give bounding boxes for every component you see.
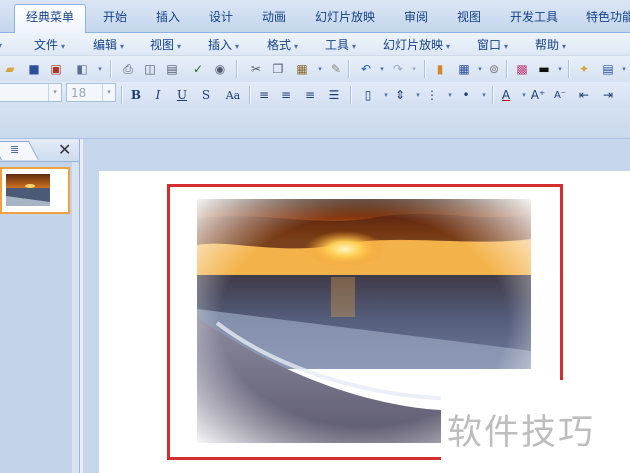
change-case-button[interactable]: Aa (220, 85, 246, 105)
line-spacing-icon[interactable]: ⇕ (390, 85, 410, 105)
menu-overflow-arrow-icon[interactable]: ▾ (0, 41, 2, 50)
menu-view[interactable]: 视图 ▾ (150, 36, 181, 53)
decrease-indent-icon[interactable]: ⇤ (574, 85, 594, 105)
align-center-icon[interactable]: ≡ (276, 85, 296, 105)
justify-icon[interactable]: ☰ (324, 85, 344, 105)
format-painter-icon[interactable]: ✎ (326, 59, 346, 79)
color-dropdown-icon[interactable]: ▾ (550, 59, 570, 79)
redo-dropdown-icon[interactable]: ▾ (404, 59, 424, 79)
increase-indent-icon[interactable]: ⇥ (598, 85, 618, 105)
tab-review[interactable]: 审阅 (392, 5, 440, 30)
tab-home[interactable]: 开始 (92, 5, 138, 30)
tab-design[interactable]: 设计 (198, 5, 244, 30)
standard-toolbar: ▰ ■ ▣ ◧ ▾ ⎙ ◫ ▤ ✓ ◉ ✂ ❐ ▦ ▾ ✎ ↶ ▾ ↷ ▾ ▮ … (0, 56, 630, 82)
slide-thumbnail-image (6, 174, 50, 206)
spelling-icon[interactable]: ✓ (188, 59, 208, 79)
color-scheme-icon[interactable]: ▩ (512, 59, 532, 79)
tab-developer[interactable]: 开发工具 (498, 5, 570, 30)
bold-button[interactable]: B (126, 85, 146, 105)
slides-pane-header: ≣ ✕ (0, 139, 79, 162)
slides-pane: ≣ ✕ (0, 139, 80, 473)
menu-insert[interactable]: 插入 ▾ (208, 36, 239, 53)
italic-button[interactable]: I (148, 85, 168, 105)
align-right-icon[interactable]: ≡ (300, 85, 320, 105)
tab-features[interactable]: 特色功能 (580, 5, 630, 30)
tab-insert[interactable]: 插入 (144, 5, 192, 30)
formatting-toolbar: ▾ 18 ▾ B I U S Aa ≡ ≡ ≡ ☰ ▯ ▾ ⇕ ▾ ⋮ ▾ • ▾… (0, 82, 630, 108)
layout-dropdown-icon[interactable]: ▾ (614, 59, 630, 79)
outline-tab[interactable] (0, 141, 39, 160)
font-name-select[interactable]: ▾ (0, 83, 62, 102)
align-left-icon[interactable]: ≡ (254, 85, 274, 105)
print-preview-icon[interactable]: ◫ (140, 59, 160, 79)
pdf-icon[interactable]: ▣ (46, 59, 66, 79)
numbering-icon[interactable]: ⋮ (422, 85, 442, 105)
tab-classic-menu[interactable]: 经典菜单 (14, 4, 86, 33)
permission-icon[interactable]: ◧ (72, 59, 92, 79)
menu-slideshow[interactable]: 幻灯片放映 ▾ (383, 36, 450, 53)
tab-view[interactable]: 视图 (446, 5, 492, 30)
font-size-select[interactable]: 18 ▾ (66, 83, 116, 102)
font-color-icon[interactable]: A (496, 85, 516, 105)
copy-icon[interactable]: ❐ (268, 59, 288, 79)
watermark-text: 软件技巧 (447, 413, 596, 453)
slides-pane-scrollbar[interactable] (72, 162, 79, 473)
tab-animation[interactable]: 动画 (250, 5, 298, 30)
tab-slideshow[interactable]: 幻灯片放映 (304, 5, 386, 30)
open-folder-icon[interactable]: ▰ (0, 59, 20, 79)
paste-icon[interactable]: ▦ (292, 59, 312, 79)
page-icon[interactable]: ▤ (162, 59, 182, 79)
menu-tools[interactable]: 工具 ▾ (325, 36, 356, 53)
bullets-icon[interactable]: • (456, 85, 476, 105)
menu-edit[interactable]: 编辑 ▾ (93, 36, 124, 53)
close-icon[interactable]: ✕ (58, 140, 71, 159)
menu-file[interactable]: 文件 ▾ (34, 36, 65, 53)
cut-icon[interactable]: ✂ (246, 59, 266, 79)
new-slide-icon[interactable]: ✦ (574, 59, 594, 79)
menu-window[interactable]: 窗口 ▾ (477, 36, 508, 53)
text-box-icon[interactable]: ▯ (358, 85, 378, 105)
slide-thumbnail[interactable] (0, 167, 70, 214)
decrease-font-icon[interactable]: A⁻ (550, 85, 570, 105)
increase-font-icon[interactable]: A⁺ (528, 85, 548, 105)
menu-format[interactable]: 格式 ▾ (267, 36, 298, 53)
save-icon[interactable]: ■ (24, 59, 44, 79)
hyperlink-icon[interactable]: ⊚ (484, 59, 504, 79)
classic-menu-bar: ▾ 文件 ▾ 编辑 ▾ 视图 ▾ 插入 ▾ 格式 ▾ 工具 ▾ 幻灯片放映 ▾ 窗口 ▾ 帮助 ▾ (0, 33, 630, 55)
underline-button[interactable]: U (172, 85, 192, 105)
print-icon[interactable]: ⎙ (118, 59, 138, 79)
menu-help[interactable]: 帮助 ▾ (535, 36, 566, 53)
research-icon[interactable]: ◉ (210, 59, 230, 79)
permission-dropdown-icon[interactable]: ▾ (90, 59, 110, 79)
toolbar-spacer (0, 108, 630, 139)
shadow-button[interactable]: S (196, 85, 216, 105)
chart-icon[interactable]: ▮ (430, 59, 450, 79)
outline-list-icon[interactable]: ≣ (10, 143, 19, 156)
ribbon-tab-bar: 经典菜单 开始 插入 设计 动画 幻灯片放映 审阅 视图 开发工具 特色功能 (0, 0, 630, 33)
bullets-dropdown-icon[interactable]: ▾ (474, 85, 494, 105)
